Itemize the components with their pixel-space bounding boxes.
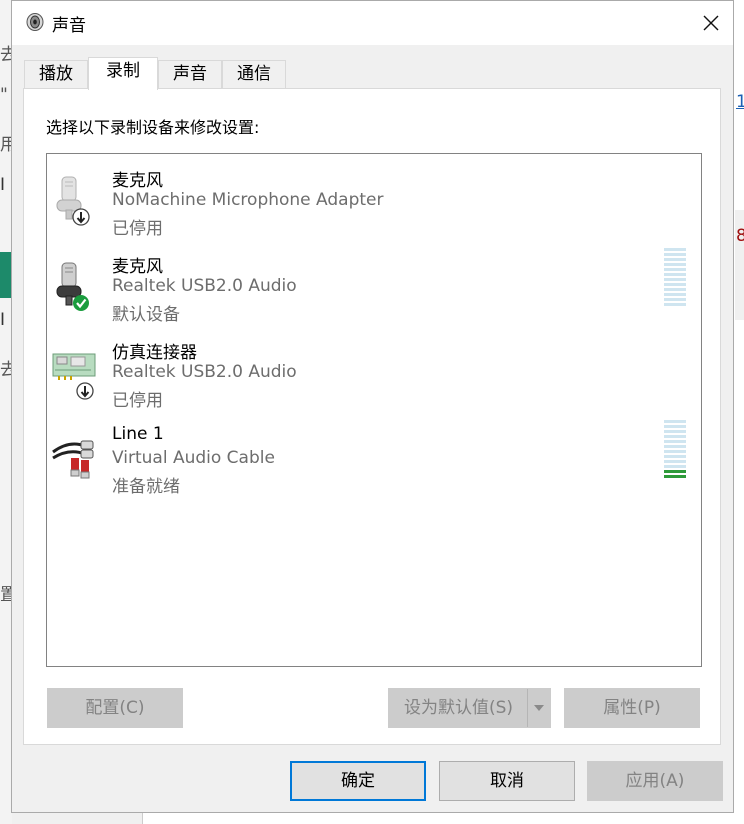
level-meter-segment [664,273,686,276]
tab-communications[interactable]: 通信 [222,60,286,88]
level-meter-segment [664,460,686,463]
device-name: Line 1 [112,424,164,444]
instruction-text: 选择以下录制设备来修改设置: [46,118,260,137]
level-meter-segment [664,303,686,306]
level-meter-segment [664,425,686,428]
ok-button[interactable]: 确定 [290,761,426,801]
tab-playback[interactable]: 播放 [24,60,88,88]
list-item-device[interactable]: 麦克风 Realtek USB2.0 Audio 默认设备 [47,240,701,326]
device-list[interactable]: 麦克风 NoMachine Microphone Adapter 已停用 麦克风… [46,153,702,667]
set-default-label: 设为默认值(S) [403,698,514,718]
configure-button[interactable]: 配置(C) [47,688,183,728]
level-meter-segment [664,278,686,281]
background-window-edge-right [735,0,744,824]
level-meter-segment [664,293,686,296]
level-meter [664,420,686,480]
background-text-fragment: 8 [736,226,744,246]
set-default-button[interactable]: 设为默认值(S) [388,688,551,728]
level-meter-segment [664,268,686,271]
window-title: 声音 [52,16,86,36]
speaker-icon [25,12,45,32]
default-check-icon [73,295,89,311]
level-meter-segment [664,253,686,256]
rca-cable-icon [51,436,101,502]
background-link-fragment: 1 [736,92,744,112]
title-bar[interactable]: 声音 [12,1,733,45]
apply-button[interactable]: 应用(A) [587,761,723,801]
list-item-device[interactable]: 麦克风 NoMachine Microphone Adapter 已停用 [47,154,701,240]
device-name: 仿真连接器 [112,343,197,363]
background-selection-stripe [0,252,11,298]
list-item-device[interactable]: 仿真连接器 Realtek USB2.0 Audio 已停用 [47,326,701,412]
close-button[interactable] [688,1,733,45]
level-meter-segment [664,470,686,473]
background-text-fragment: I [0,310,6,330]
properties-button[interactable]: 属性(P) [564,688,700,728]
level-meter-segment [664,298,686,301]
level-meter-segment [664,288,686,291]
level-meter-segment [664,283,686,286]
background-text-fragment: I [0,175,6,195]
level-meter-segment [664,445,686,448]
level-meter-segment [664,263,686,266]
microphone-icon [51,260,101,326]
device-name: 麦克风 [112,171,163,191]
sound-dialog: 声音 播放 录制 声音 通信 选择以下录制设备来修改设置: 麦克风 NoMach… [11,0,734,813]
close-icon [703,15,719,31]
level-meter-segment [664,475,686,478]
microphone-icon [51,174,101,240]
background-text-fragment: " [0,85,8,105]
recording-panel: 选择以下录制设备来修改设置: 麦克风 NoMachine Microphone … [23,88,721,745]
background-taskbar-fragment [12,812,143,824]
level-meter-segment [664,465,686,468]
tab-recording[interactable]: 录制 [88,57,158,90]
level-meter-segment [664,455,686,458]
chevron-down-icon [534,705,544,711]
device-description: Realtek USB2.0 Audio [112,276,297,296]
device-status: 准备就绪 [112,477,180,497]
level-meter-segment [664,450,686,453]
set-default-dropdown[interactable] [527,689,550,727]
tab-sounds[interactable]: 声音 [158,60,222,88]
circuit-board-icon [51,348,101,414]
level-meter-segment [664,248,686,251]
cancel-button[interactable]: 取消 [439,761,575,801]
device-status: 默认设备 [112,305,180,325]
level-meter-segment [664,440,686,443]
level-meter-segment [664,430,686,433]
level-meter-segment [664,435,686,438]
device-name: 麦克风 [112,257,163,277]
level-meter [664,248,686,308]
level-meter-segment [664,258,686,261]
device-description: Virtual Audio Cable [112,448,275,468]
level-meter-segment [664,420,686,423]
list-item-device[interactable]: Line 1 Virtual Audio Cable 准备就绪 [47,412,701,498]
device-description: NoMachine Microphone Adapter [112,190,384,210]
device-status: 已停用 [112,219,163,239]
device-status: 已停用 [112,391,163,411]
device-description: Realtek USB2.0 Audio [112,362,297,382]
